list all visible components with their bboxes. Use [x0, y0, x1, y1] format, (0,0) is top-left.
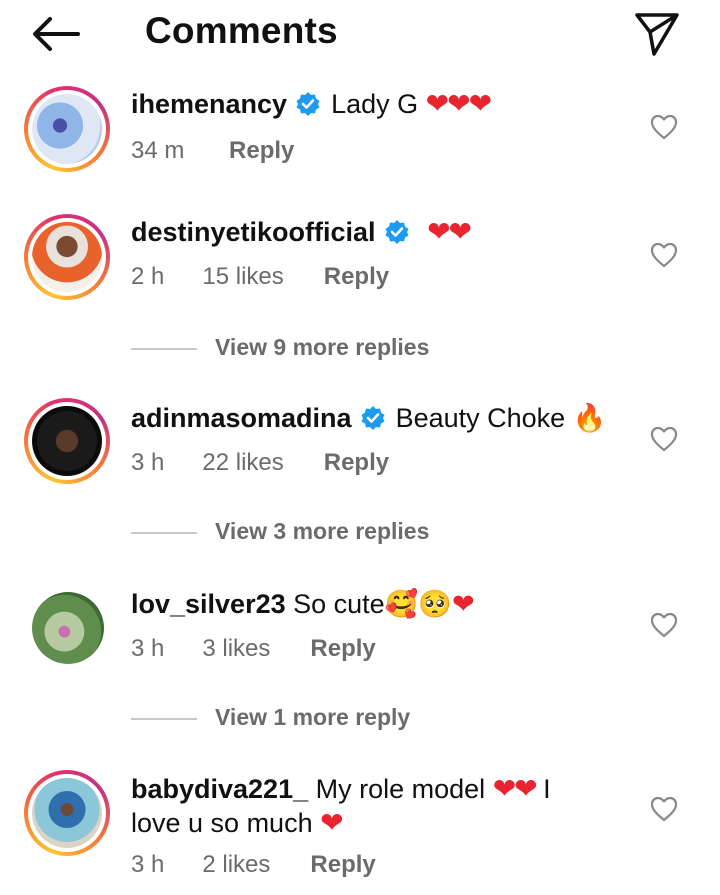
divider-line [131, 531, 197, 534]
view-more-replies-button[interactable]: View 9 more replies [131, 334, 429, 361]
comment-meta: 3 h 3 likes Reply [131, 635, 376, 663]
reply-button[interactable]: Reply [310, 635, 375, 663]
comment-text: Lady G [331, 89, 419, 119]
verified-badge-icon [296, 92, 320, 116]
comment-time: 3 h [131, 635, 165, 662]
heart-emoji: ❤❤ [427, 216, 472, 247]
comment-line: destinyetikoofficial ❤❤ [131, 215, 472, 249]
view-more-replies-label: View 9 more replies [215, 334, 430, 360]
avatar-story-ring[interactable] [24, 214, 110, 300]
comment-username[interactable]: babydiva221_ [131, 774, 308, 804]
comment-likes[interactable]: 22 likes [202, 449, 283, 477]
comment-line: ihemenancy Lady G ❤❤❤ [131, 87, 492, 121]
comment-username[interactable]: ihemenancy [131, 89, 287, 119]
comment-text: My role model [315, 774, 486, 804]
reply-button[interactable]: Reply [229, 137, 294, 165]
comment-username[interactable]: lov_silver23 [131, 589, 286, 619]
comment-meta: 3 h 2 likes Reply [131, 851, 376, 879]
avatar-story-ring[interactable] [24, 770, 110, 856]
heart-emoji: ❤ [320, 807, 344, 838]
heart-emoji: ❤❤ [492, 773, 538, 804]
fire-emoji: 🔥 [572, 403, 607, 433]
reply-button[interactable]: Reply [310, 851, 375, 879]
heart-outline-icon[interactable] [650, 612, 678, 638]
verified-badge-icon [385, 220, 409, 244]
view-more-replies-label: View 1 more reply [215, 704, 411, 730]
send-icon[interactable] [632, 10, 682, 58]
page-title: Comments [145, 10, 338, 51]
avatar [32, 592, 104, 664]
comment-meta: 3 h 22 likes Reply [131, 449, 389, 477]
comment-text: So cute [293, 589, 385, 619]
comment-meta: 34 m Reply [131, 137, 294, 165]
comment-likes[interactable]: 15 likes [202, 263, 283, 291]
heart-outline-icon[interactable] [650, 796, 678, 822]
view-more-replies-button[interactable]: View 1 more reply [131, 704, 410, 731]
comment-time: 3 h [131, 851, 165, 878]
comment-line: babydiva221_ My role model ❤❤ I love u s… [131, 772, 601, 840]
comment-line: lov_silver23 So cute🥰🥺❤ [131, 587, 475, 621]
verified-badge-icon [361, 406, 385, 430]
comment-time: 3 h [131, 449, 165, 476]
comment-time: 34 m [131, 137, 185, 164]
comment-time: 2 h [131, 263, 165, 290]
heart-emoji: ❤❤❤ [425, 88, 492, 119]
avatar [32, 406, 102, 476]
comment-username[interactable]: adinmasomadina [131, 403, 352, 433]
avatar-container[interactable] [24, 588, 110, 674]
reply-button[interactable]: Reply [324, 263, 389, 291]
heart-outline-icon[interactable] [650, 242, 678, 268]
avatar [32, 778, 102, 848]
avatar-story-ring[interactable] [24, 86, 110, 172]
comment-line: adinmasomadina Beauty Choke 🔥 [131, 401, 606, 435]
back-arrow-icon[interactable] [30, 14, 82, 54]
top-bar: Comments [0, 0, 720, 70]
reply-button[interactable]: Reply [324, 449, 389, 477]
heart-outline-icon[interactable] [650, 426, 678, 452]
emoji-group: 🥰🥺❤ [384, 589, 475, 619]
comment-meta: 2 h 15 likes Reply [131, 263, 389, 291]
comment-username[interactable]: destinyetikoofficial [131, 217, 376, 247]
view-more-replies-label: View 3 more replies [215, 518, 430, 544]
comment-likes[interactable]: 3 likes [202, 635, 270, 663]
avatar-story-ring[interactable] [24, 398, 110, 484]
heart-outline-icon[interactable] [650, 114, 678, 140]
avatar [32, 222, 102, 292]
divider-line [131, 717, 197, 720]
view-more-replies-button[interactable]: View 3 more replies [131, 518, 429, 545]
avatar [32, 94, 102, 164]
comment-likes[interactable]: 2 likes [202, 851, 270, 879]
divider-line [131, 347, 197, 350]
comment-text: Beauty Choke [395, 403, 566, 433]
